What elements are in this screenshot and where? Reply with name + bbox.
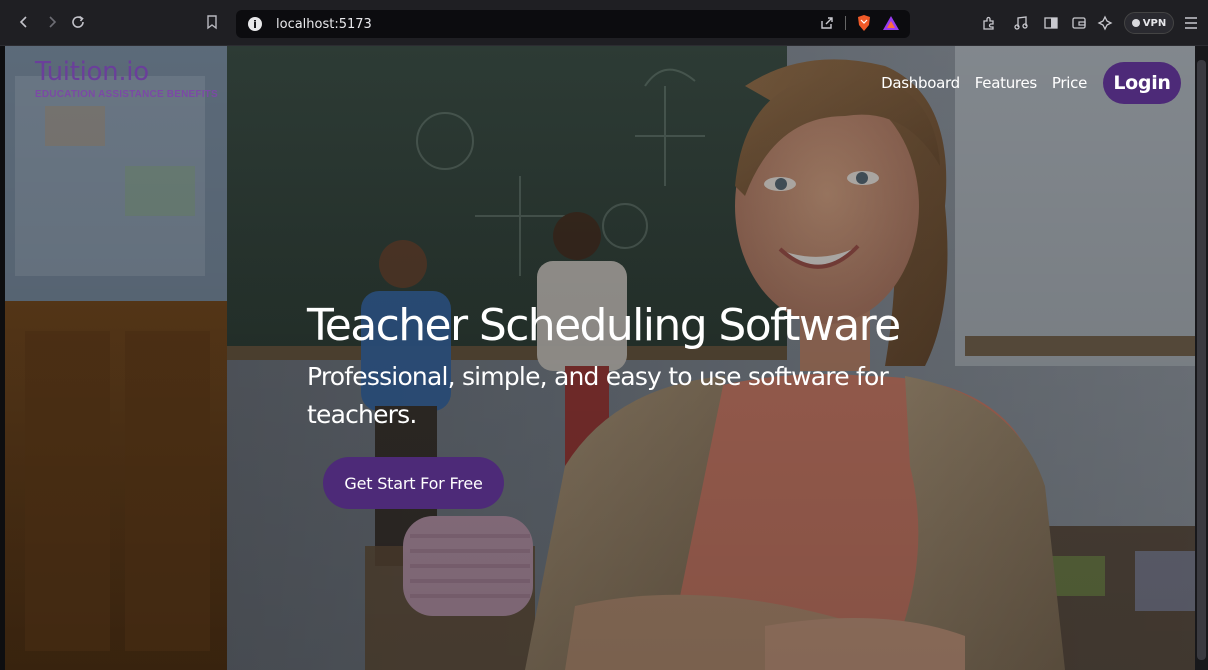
- brave-rewards-icon[interactable]: [882, 15, 900, 31]
- vpn-button[interactable]: VPN: [1124, 12, 1174, 34]
- back-icon[interactable]: [12, 10, 36, 34]
- site-info-icon[interactable]: i: [248, 17, 262, 31]
- hero-subheadline: Professional, simple, and easy to use so…: [307, 362, 889, 429]
- page-viewport: Tuition.io EDUCATION ASSISTANCE BENEFITS…: [5, 46, 1195, 670]
- media-icon[interactable]: [1010, 12, 1032, 34]
- get-started-button[interactable]: Get Start For Free: [323, 457, 504, 509]
- nav-price-link[interactable]: Price: [1052, 74, 1087, 92]
- reload-icon[interactable]: [66, 10, 90, 34]
- sidebar-icon[interactable]: [1040, 12, 1062, 34]
- brave-shields-icon[interactable]: [856, 14, 872, 32]
- site-logo[interactable]: Tuition.io EDUCATION ASSISTANCE BENEFITS: [35, 58, 218, 100]
- scrollbar-thumb[interactable]: [1197, 60, 1206, 660]
- login-button[interactable]: Login: [1103, 62, 1181, 104]
- hero-headline: Teacher Scheduling Software: [307, 300, 901, 351]
- logo-name: Tuition.io: [35, 57, 149, 87]
- forward-icon[interactable]: [40, 10, 64, 34]
- extensions-icon[interactable]: [978, 12, 1000, 34]
- browser-toolbar: i localhost:5173 VPN: [0, 0, 1208, 46]
- nav-dashboard-link[interactable]: Dashboard: [881, 74, 960, 92]
- divider: [845, 16, 846, 30]
- menu-icon[interactable]: [1180, 12, 1202, 34]
- logo-tagline: EDUCATION ASSISTANCE BENEFITS: [35, 89, 218, 100]
- leo-ai-icon[interactable]: [1094, 12, 1116, 34]
- url-text[interactable]: localhost:5173: [276, 17, 372, 32]
- share-icon[interactable]: [819, 15, 835, 31]
- nav-features-link[interactable]: Features: [975, 74, 1037, 92]
- vpn-status-icon: [1131, 19, 1140, 27]
- address-bar[interactable]: i localhost:5173: [236, 10, 910, 38]
- main-nav: Dashboard Features Price Login: [866, 62, 1181, 104]
- wallet-icon[interactable]: [1068, 12, 1090, 34]
- hero-text: Teacher Scheduling Software Professional…: [307, 298, 901, 434]
- vpn-label: VPN: [1142, 17, 1167, 29]
- bookmark-icon[interactable]: [200, 10, 224, 34]
